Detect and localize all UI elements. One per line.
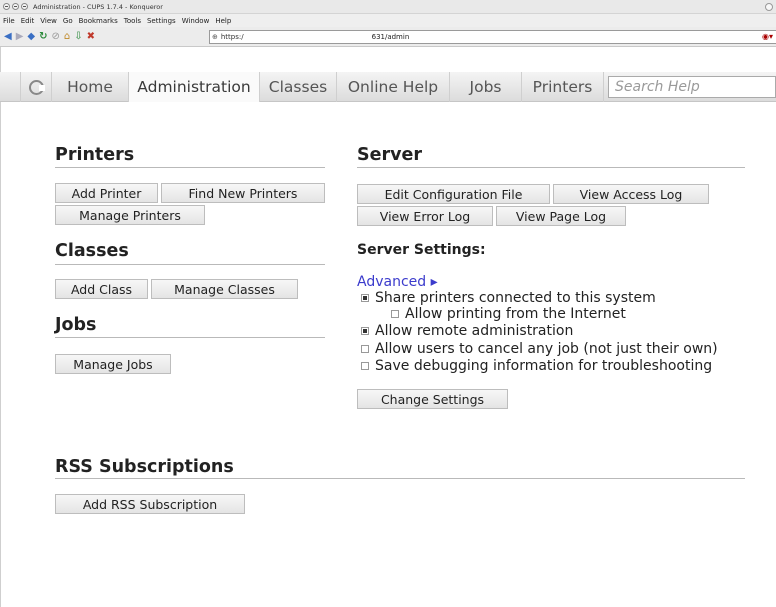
printers-heading: Printers: [55, 145, 135, 165]
tab-home[interactable]: Home: [52, 72, 129, 102]
download-icon[interactable]: ⇩: [74, 31, 82, 42]
stop-icon[interactable]: ⊘: [52, 31, 60, 42]
window-close-button[interactable]: [3, 3, 10, 10]
cancel-any-job-option[interactable]: Allow users to cancel any job (not just …: [361, 341, 718, 357]
tab-online-help[interactable]: Online Help: [337, 72, 450, 102]
view-error-log-button[interactable]: View Error Log: [357, 206, 493, 226]
menu-file[interactable]: File: [3, 17, 15, 25]
url-path: 631/admin: [371, 33, 410, 41]
menu-bookmarks[interactable]: Bookmarks: [79, 17, 118, 25]
cups-navbar: Home Administration Classes Online Help …: [0, 72, 776, 102]
share-printers-checkbox[interactable]: [361, 294, 369, 302]
window-maximize-button[interactable]: [21, 3, 28, 10]
menu-help[interactable]: Help: [215, 17, 231, 25]
share-printers-option[interactable]: Share printers connected to this system: [361, 290, 656, 306]
window-menu-icon[interactable]: [765, 3, 773, 11]
debug-logging-option[interactable]: Save debugging information for troublesh…: [361, 358, 712, 374]
rss-divider: [55, 478, 745, 479]
remote-admin-option[interactable]: Allow remote administration: [361, 323, 573, 339]
tab-classes[interactable]: Classes: [260, 72, 337, 102]
classes-heading: Classes: [55, 241, 129, 261]
change-settings-button[interactable]: Change Settings: [357, 389, 508, 409]
search-help-input[interactable]: Search Help: [608, 76, 776, 98]
allow-internet-printing-option[interactable]: Allow printing from the Internet: [391, 306, 626, 322]
jobs-divider: [55, 337, 325, 338]
jobs-heading: Jobs: [55, 315, 97, 335]
window-titlebar: Administration - CUPS 1.7.4 - Konqueror: [0, 0, 776, 14]
add-rss-subscription-button[interactable]: Add RSS Subscription: [55, 494, 245, 514]
printers-divider: [55, 167, 325, 168]
manage-printers-button[interactable]: Manage Printers: [55, 205, 205, 225]
tab-administration[interactable]: Administration: [129, 72, 260, 102]
debug-logging-checkbox[interactable]: [361, 362, 369, 370]
find-new-printers-button[interactable]: Find New Printers: [161, 183, 325, 203]
add-class-button[interactable]: Add Class: [55, 279, 148, 299]
manage-jobs-button[interactable]: Manage Jobs: [55, 354, 171, 374]
tab-jobs[interactable]: Jobs: [450, 72, 522, 102]
window-border: [0, 47, 1, 607]
manage-classes-button[interactable]: Manage Classes: [151, 279, 298, 299]
menu-tools[interactable]: Tools: [124, 17, 141, 25]
window-minimize-button[interactable]: [12, 3, 19, 10]
rss-heading: RSS Subscriptions: [55, 457, 234, 477]
url-field[interactable]: ⊕ https:/ 631/admin ◉▾: [209, 30, 776, 44]
up-icon[interactable]: ◆: [27, 31, 35, 42]
share-printers-label: Share printers connected to this system: [375, 290, 656, 306]
allow-internet-printing-checkbox[interactable]: [391, 310, 399, 318]
reload-icon[interactable]: ↻: [39, 31, 47, 42]
debug-logging-label: Save debugging information for troublesh…: [375, 358, 713, 374]
browser-toolbar: ◀ ▶ ◆ ↻ ⊘ ⌂ ⇩ ✖ ⊕ https:/ 631/admin ◉▾: [0, 27, 776, 47]
url-go-icon[interactable]: ◉▾: [762, 32, 773, 41]
url-host-redacted: [251, 34, 312, 40]
menu-settings[interactable]: Settings: [147, 17, 176, 25]
view-page-log-button[interactable]: View Page Log: [496, 206, 626, 226]
window-title: Administration - CUPS 1.7.4 - Konqueror: [33, 2, 163, 11]
cancel-any-job-checkbox[interactable]: [361, 345, 369, 353]
home-icon[interactable]: ⌂: [64, 31, 70, 42]
advanced-link[interactable]: Advanced ▸: [357, 274, 438, 290]
menubar: File Edit View Go Bookmarks Tools Settin…: [0, 14, 776, 27]
remote-admin-label: Allow remote administration: [375, 323, 574, 339]
add-printer-button[interactable]: Add Printer: [55, 183, 158, 203]
menu-window[interactable]: Window: [182, 17, 210, 25]
menu-edit[interactable]: Edit: [21, 17, 35, 25]
clear-icon[interactable]: ✖: [87, 31, 95, 42]
server-divider: [357, 167, 745, 168]
classes-divider: [55, 264, 325, 265]
menu-view[interactable]: View: [40, 17, 57, 25]
server-heading: Server: [357, 145, 423, 165]
menu-go[interactable]: Go: [63, 17, 73, 25]
server-settings-heading: Server Settings:: [357, 242, 486, 258]
cancel-any-job-label: Allow users to cancel any job (not just …: [375, 341, 718, 357]
view-access-log-button[interactable]: View Access Log: [553, 184, 709, 204]
url-secure-icon: ⊕: [212, 33, 218, 41]
forward-icon[interactable]: ▶: [16, 31, 24, 42]
allow-internet-printing-label: Allow printing from the Internet: [405, 306, 626, 322]
back-icon[interactable]: ◀: [4, 31, 12, 42]
url-scheme: https:/: [220, 33, 244, 41]
tab-printers[interactable]: Printers: [522, 72, 604, 102]
edit-configuration-file-button[interactable]: Edit Configuration File: [357, 184, 550, 204]
remote-admin-checkbox[interactable]: [361, 327, 369, 335]
cups-logo-icon[interactable]: [20, 72, 52, 102]
